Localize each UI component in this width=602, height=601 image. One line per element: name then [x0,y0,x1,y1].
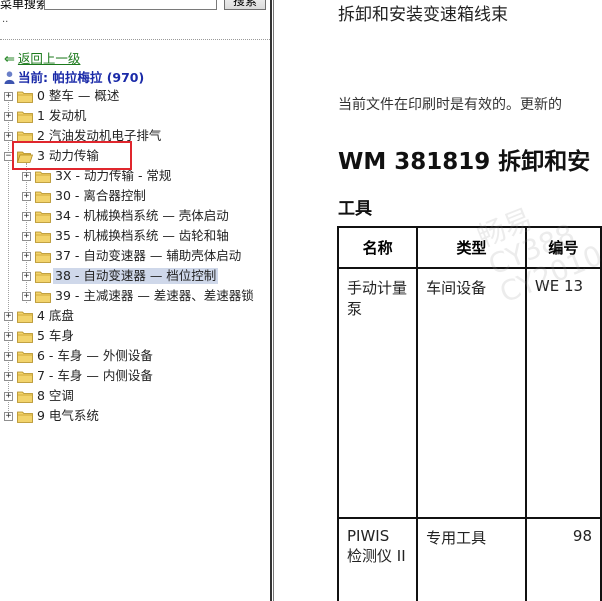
back-link-row[interactable]: ⇐ 返回上一级 [4,48,80,67]
tree-item[interactable]: +37 - 自动变速器 — 辅助壳体启动 [0,247,270,267]
folder-icon [35,211,51,223]
expand-icon[interactable]: + [4,332,13,341]
tree-item-label[interactable]: 6 - 车身 — 外侧设备 [35,348,155,364]
folder-icon [35,231,51,243]
column-header-name: 名称 [336,226,419,269]
tree-item-label[interactable]: 7 - 车身 — 内侧设备 [35,368,155,384]
search-button[interactable]: 搜索 [224,0,266,10]
tree-item-label[interactable]: 38 - 自动变速器 — 档位控制 [53,268,219,284]
folder-icon [17,411,33,423]
expand-icon[interactable]: + [22,212,31,221]
tree-item-label[interactable]: 4 底盘 [35,308,76,324]
current-vehicle: 当前: 帕拉梅拉 (970) [4,67,144,86]
back-link[interactable]: 返回上一级 [18,51,81,66]
document-title: WM 381819 拆卸和安 [338,149,591,175]
tree-item[interactable]: +35 - 机械换档系统 — 齿轮和轴 [0,227,270,247]
tree-item-label[interactable]: 1 发动机 [35,108,88,124]
column-header-number: 编号 [524,226,602,269]
folder-icon [17,311,33,323]
expand-icon[interactable]: + [4,112,13,121]
tree-item[interactable]: +39 - 主减速器 — 差速器、差速器锁 [0,287,270,307]
tree-item[interactable]: +1 发动机 [0,107,270,127]
search-input[interactable] [44,0,217,10]
expand-icon[interactable]: + [4,352,13,361]
folder-icon [35,291,51,303]
tree-item[interactable]: +0 整车 — 概述 [0,87,270,107]
folder-icon [17,331,33,343]
highlight-box [12,141,132,170]
table-row: PIWIS 检测仪 II 专用工具 98 [336,517,602,601]
tree-item[interactable]: +4 底盘 [0,307,270,327]
expand-icon[interactable]: + [4,412,13,421]
expand-icon[interactable]: + [22,172,31,181]
folder-icon [17,351,33,363]
folder-icon [35,191,51,203]
tree-item[interactable]: +6 - 车身 — 外侧设备 [0,347,270,367]
cell-tool-type: 专用工具 [416,517,527,601]
tree-item[interactable]: +30 - 离合器控制 [0,187,270,207]
tree-item-label[interactable]: 37 - 自动变速器 — 辅助壳体启动 [53,248,243,264]
tree-item-label[interactable]: 30 - 离合器控制 [53,188,148,204]
tree-item[interactable]: +9 电气系统 [0,407,270,427]
column-header-type: 类型 [416,226,527,269]
tools-heading: 工具 [338,199,372,219]
tree-item-label[interactable]: 35 - 机械换档系统 — 齿轮和轴 [53,228,231,244]
tree-item[interactable]: +3X - 动力传输 - 常规 [0,167,270,187]
search-label: 菜单搜索 [0,0,49,11]
document-pane: 拆卸和安装变速箱线束 当前文件在印刷时是有效的。更新的 WM 381819 拆卸… [276,0,602,601]
back-arrow-icon[interactable]: ⇐ [4,52,15,67]
cell-tool-type: 车间设备 [416,267,527,519]
folder-icon [35,271,51,283]
user-icon [4,71,15,84]
table-header-row: 名称 类型 编号 [336,226,602,269]
expand-icon[interactable]: + [22,252,31,261]
folder-icon [35,171,51,183]
tree-item[interactable]: +7 - 车身 — 内侧设备 [0,367,270,387]
cell-tool-name: 手动计量泵 [336,267,419,519]
tree-item-label[interactable]: 34 - 机械换档系统 — 壳体启动 [53,208,231,224]
tree-item-label[interactable]: 3X - 动力传输 - 常规 [53,168,173,184]
expand-icon[interactable]: + [4,92,13,101]
expand-icon[interactable]: + [22,232,31,241]
expand-icon[interactable]: + [4,372,13,381]
tree-item-label[interactable]: 9 电气系统 [35,408,101,424]
tree-item[interactable]: +34 - 机械换档系统 — 壳体启动 [0,207,270,227]
parent-dir-indicator: .. [2,14,9,25]
tree-item[interactable]: +5 车身 [0,327,270,347]
tree-item[interactable]: +8 空调 [0,387,270,407]
tree-item-label[interactable]: 0 整车 — 概述 [35,88,121,104]
navigation-pane: 菜单搜索 搜索 .. ⇐ 返回上一级 当前: 帕拉梅拉 (970) +0 整车 —… [0,0,270,601]
expand-icon[interactable]: + [22,292,31,301]
document-heading: 拆卸和安装变速箱线束 [338,5,508,25]
expand-icon[interactable]: + [22,272,31,281]
table-row: 手动计量泵 车间设备 WE 13 [336,267,602,519]
tree-item-label[interactable]: 8 空调 [35,388,76,404]
cell-tool-number: WE 13 [524,267,602,519]
expand-icon[interactable]: + [4,392,13,401]
expand-icon[interactable]: + [4,132,13,141]
folder-icon [35,251,51,263]
folder-icon [17,371,33,383]
divider [0,39,270,40]
folder-icon [17,391,33,403]
tree-item-label[interactable]: 39 - 主减速器 — 差速器、差速器锁 [53,288,256,304]
current-vehicle-label: 当前: 帕拉梅拉 (970) [18,70,145,85]
cell-tool-name: PIWIS 检测仪 II [336,517,419,601]
expand-icon[interactable]: + [22,192,31,201]
tree-item-label[interactable]: 5 车身 [35,328,76,344]
folder-icon [17,91,33,103]
pane-splitter-line [273,0,274,601]
search-bar: 菜单搜索 搜索 [0,0,270,14]
cell-tool-number: 98 [524,517,602,601]
tree-item[interactable]: +38 - 自动变速器 — 档位控制 [0,267,270,287]
validity-note: 当前文件在印刷时是有效的。更新的 [338,97,562,113]
tools-table: 名称 类型 编号 手动计量泵 车间设备 WE 13 PIWIS 检测仪 II 专… [336,226,602,601]
folder-icon [17,111,33,123]
expand-icon[interactable]: + [4,312,13,321]
